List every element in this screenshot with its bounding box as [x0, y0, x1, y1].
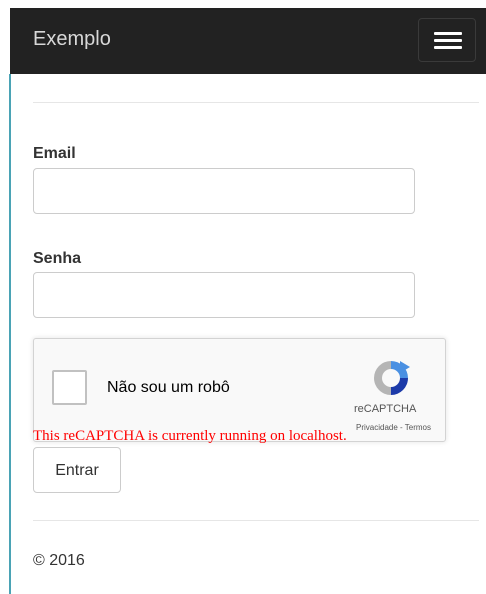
navbar: Exemplo — [10, 8, 486, 74]
left-accent-rule — [9, 74, 11, 594]
submit-button[interactable]: Entrar — [33, 447, 121, 493]
footer-divider — [33, 520, 479, 521]
navbar-brand[interactable]: Exemplo — [33, 28, 111, 51]
footer-copyright: © 2016 — [33, 552, 85, 569]
recaptcha-widget: Não sou um robô reCAPTCHA Privacidade - … — [33, 338, 446, 442]
navbar-toggle-button[interactable] — [418, 18, 476, 62]
password-field[interactable] — [33, 272, 415, 318]
recaptcha-localhost-warning: This reCAPTCHA is currently running on l… — [33, 428, 347, 444]
recaptcha-logo-icon — [374, 361, 410, 395]
recaptcha-checkbox-label: Não sou um robô — [107, 379, 230, 396]
recaptcha-checkbox[interactable] — [52, 370, 87, 405]
password-label: Senha — [33, 250, 82, 267]
recaptcha-terms-link[interactable]: Privacidade - Termos — [356, 423, 431, 432]
email-label: Email — [33, 145, 76, 162]
divider — [33, 102, 479, 103]
recaptcha-brand: reCAPTCHA — [354, 403, 417, 415]
email-field[interactable] — [33, 168, 415, 214]
